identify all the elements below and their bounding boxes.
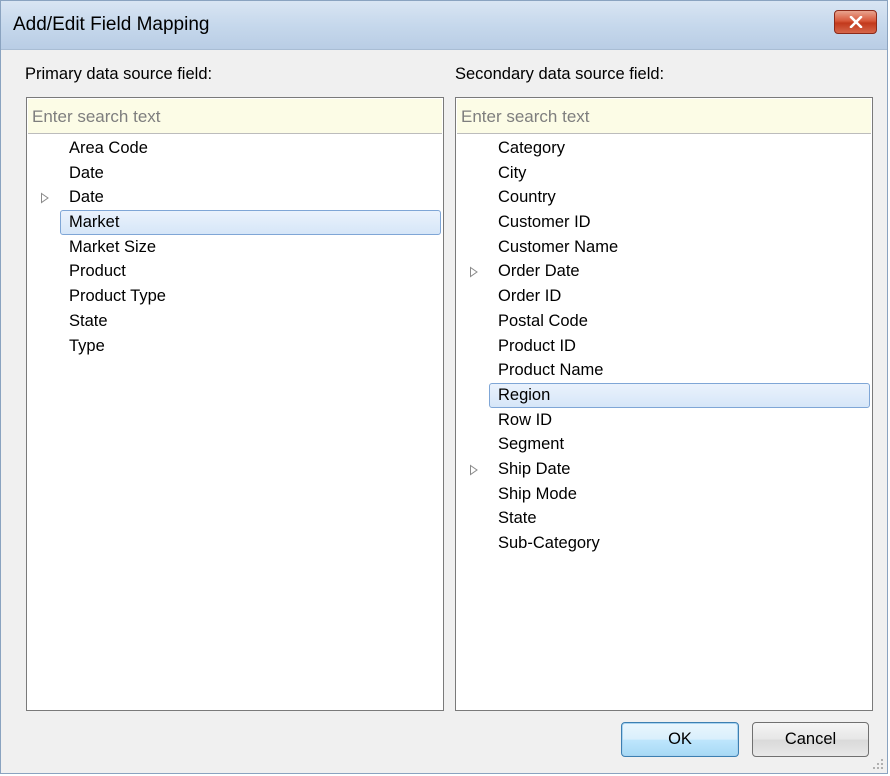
secondary-list-item[interactable]: Product ID — [456, 334, 872, 359]
secondary-list-item[interactable]: Country — [456, 185, 872, 210]
primary-list-item[interactable]: Product — [27, 259, 443, 284]
window-title: Add/Edit Field Mapping — [13, 14, 210, 35]
primary-list-item[interactable]: Date — [27, 185, 443, 210]
secondary-search-box — [457, 99, 871, 134]
primary-list-item[interactable]: Market Size — [27, 235, 443, 260]
secondary-item-label: Customer Name — [498, 237, 619, 256]
secondary-item-label: Product ID — [498, 336, 576, 355]
secondary-item-label: Ship Date — [498, 459, 571, 478]
primary-search-box — [28, 99, 442, 134]
resize-grip-icon[interactable] — [872, 758, 884, 770]
close-button[interactable] — [834, 10, 877, 34]
secondary-list-item[interactable]: Order ID — [456, 284, 872, 309]
primary-list-item[interactable]: State — [27, 309, 443, 334]
primary-list-item[interactable]: Type — [27, 334, 443, 359]
secondary-list-item[interactable]: Ship Date — [456, 457, 872, 482]
secondary-list-item[interactable]: Product Name — [456, 358, 872, 383]
secondary-item-label: Segment — [498, 435, 565, 454]
primary-field-panel: Area Code Date Date Market Market Size Produc… — [26, 97, 444, 711]
secondary-list-item[interactable]: Order Date — [456, 259, 872, 284]
secondary-search-input[interactable] — [457, 99, 871, 133]
secondary-list-item[interactable]: Postal Code — [456, 309, 872, 334]
secondary-list-item[interactable]: Category — [456, 136, 872, 161]
primary-list-item[interactable]: Area Code — [27, 136, 443, 161]
primary-list-item[interactable]: Product Type — [27, 284, 443, 309]
secondary-list-item[interactable]: Customer Name — [456, 235, 872, 260]
secondary-item-label: Ship Mode — [498, 484, 577, 503]
secondary-list-item[interactable]: Segment — [456, 432, 872, 457]
secondary-list-item[interactable]: State — [456, 506, 872, 531]
primary-item-label: Product Type — [69, 287, 166, 306]
secondary-list-item[interactable]: Ship Mode — [456, 482, 872, 507]
primary-item-label: Area Code — [69, 139, 148, 157]
secondary-item-label: Customer ID — [498, 213, 591, 232]
secondary-item-label: State — [498, 509, 537, 528]
primary-item-label: State — [69, 311, 108, 330]
secondary-item-label: Country — [498, 188, 556, 207]
ok-button[interactable]: OK — [621, 722, 739, 757]
primary-item-label: Market — [69, 213, 120, 232]
secondary-item-label: Postal Code — [498, 311, 588, 330]
secondary-field-label: Secondary data source field: — [455, 65, 665, 83]
field-mapping-dialog: Add/Edit Field Mapping Primary data sour… — [0, 0, 888, 774]
cancel-button[interactable]: Cancel — [752, 722, 869, 757]
secondary-list-item[interactable]: Region — [456, 382, 872, 408]
secondary-list-item[interactable]: Row ID — [456, 408, 872, 433]
secondary-item-label: Region — [498, 385, 551, 404]
primary-item-label: Date — [69, 188, 104, 207]
secondary-list-item[interactable]: City — [456, 161, 872, 186]
secondary-item-label: Order ID — [498, 287, 562, 306]
expand-triangle-icon[interactable] — [469, 266, 479, 278]
primary-item-label: Product — [69, 262, 126, 281]
secondary-list-item[interactable]: Customer ID — [456, 210, 872, 235]
primary-field-list: Area Code Date Date Market Market Size Produc… — [27, 136, 443, 358]
secondary-field-panel: Category City Country Customer ID Customer N… — [455, 97, 873, 711]
primary-item-label: Market Size — [69, 237, 157, 256]
primary-item-label: Type — [69, 336, 105, 355]
secondary-item-label: Product Name — [498, 361, 604, 380]
expand-triangle-icon[interactable] — [40, 192, 50, 204]
primary-field-label: Primary data source field: — [25, 65, 213, 83]
secondary-item-label: Order Date — [498, 262, 580, 281]
secondary-item-label: Sub-Category — [498, 534, 600, 552]
close-icon — [849, 16, 862, 28]
primary-list-item[interactable]: Market — [27, 210, 443, 235]
primary-list-item[interactable]: Date — [27, 161, 443, 186]
secondary-item-label: Category — [498, 139, 565, 157]
secondary-item-label: Row ID — [498, 410, 553, 429]
secondary-field-list: Category City Country Customer ID Customer N… — [456, 136, 872, 556]
expand-triangle-icon[interactable] — [469, 464, 479, 476]
secondary-list-item[interactable]: Sub-Category — [456, 531, 872, 556]
secondary-item-label: City — [498, 163, 527, 182]
primary-search-input[interactable] — [28, 99, 442, 133]
title-bar[interactable]: Add/Edit Field Mapping — [1, 1, 887, 50]
primary-item-label: Date — [69, 163, 104, 182]
